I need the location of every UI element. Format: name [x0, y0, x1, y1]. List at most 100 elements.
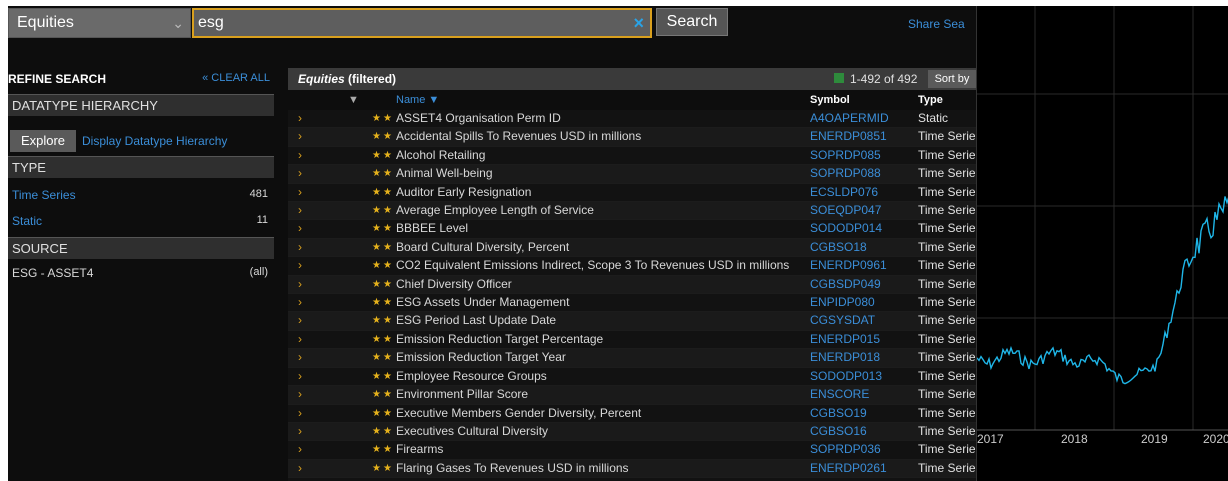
result-row[interactable]: › ★★ Firearms SOPRDP036 Time Series [288, 440, 976, 460]
result-row[interactable]: › ★★ Average Employee Length of Service SOE… [288, 201, 976, 221]
excel-export-icon[interactable] [834, 73, 844, 83]
expand-row-icon[interactable]: › [288, 348, 318, 368]
result-symbol[interactable]: ENPIDP080 [810, 293, 918, 313]
type-section-header[interactable]: TYPE [8, 156, 274, 178]
result-name[interactable]: Environment Pillar Score [396, 385, 810, 405]
result-name[interactable]: ESG Assets Under Management [396, 293, 810, 313]
result-name[interactable]: Board Cultural Diversity, Percent [396, 238, 810, 258]
expand-row-icon[interactable]: › [288, 183, 318, 203]
result-symbol[interactable]: ENSCORE [810, 385, 918, 405]
result-symbol[interactable]: A4OAPERMID [810, 110, 918, 129]
expand-row-icon[interactable]: › [288, 459, 318, 479]
result-row[interactable]: › ★★ CO2 Equivalent Emissions Indirect, Sc… [288, 256, 976, 276]
result-name[interactable]: Executives Cultural Diversity [396, 422, 810, 442]
result-name[interactable]: Firearms [396, 440, 810, 460]
source-section-header[interactable]: SOURCE [8, 237, 274, 259]
sort-by-button[interactable]: Sort by [928, 70, 976, 88]
expand-row-icon[interactable]: › [288, 219, 318, 239]
result-name[interactable]: ASSET4 Organisation Perm ID [396, 110, 810, 129]
search-button[interactable]: Search [656, 8, 728, 36]
result-row[interactable]: ›★★Fossil Fuel Divestment PolicyENPIDP01… [288, 477, 976, 481]
expand-row-icon[interactable]: › [288, 404, 318, 423]
result-row[interactable]: › ★★ Environment Pillar Score ENSCORE Time S… [288, 385, 976, 405]
result-name[interactable]: Emission Reduction Target Year [396, 348, 810, 368]
result-symbol[interactable]: ENERDP018 [810, 348, 918, 368]
result-name[interactable]: Fossil Fuel Divestment Policy [396, 477, 810, 481]
expand-row-icon[interactable]: › [288, 238, 318, 258]
expand-row-icon[interactable]: › [288, 477, 318, 481]
display-hierarchy-link[interactable]: Display Datatype Hierarchy [82, 134, 227, 148]
result-name[interactable]: Executive Members Gender Diversity, Perc… [396, 404, 810, 423]
result-symbol[interactable]: ENPIDP015 [810, 477, 918, 481]
result-row[interactable]: › ★★ Emission Reduction Target Percentage E… [288, 330, 976, 350]
expand-row-icon[interactable]: › [288, 293, 318, 313]
facet-static[interactable]: Static [12, 214, 42, 228]
result-row[interactable]: › ★★ Flaring Gases To Revenues USD in mill… [288, 459, 976, 479]
search-input[interactable]: esg × [192, 8, 652, 38]
clear-all-link[interactable]: « CLEAR ALL [202, 72, 270, 84]
result-symbol[interactable]: ENERDP0261 [810, 459, 918, 479]
result-symbol[interactable]: SODODP013 [810, 367, 918, 387]
result-symbol[interactable]: ENERDP0961 [810, 256, 918, 276]
expand-row-icon[interactable]: › [288, 422, 318, 442]
result-name[interactable]: Chief Diversity Officer [396, 275, 810, 295]
expand-row-icon[interactable]: › [288, 311, 318, 331]
result-name[interactable]: CO2 Equivalent Emissions Indirect, Scope… [396, 256, 810, 276]
column-header-type[interactable]: Type [918, 90, 943, 110]
result-name[interactable]: BBBEE Level [396, 219, 810, 239]
result-symbol[interactable]: SOEQDP047 [810, 201, 918, 221]
result-name[interactable]: Animal Well-being [396, 164, 810, 184]
expand-row-icon[interactable]: › [288, 440, 318, 460]
result-name[interactable]: Emission Reduction Target Percentage [396, 330, 810, 350]
share-search-link[interactable]: Share Sea [908, 17, 965, 31]
result-name[interactable]: Alcohol Retailing [396, 146, 810, 166]
result-symbol[interactable]: CGSYSDAT [810, 311, 918, 331]
result-row[interactable]: › ★★ Board Cultural Diversity, Percent CGBS… [288, 238, 976, 258]
result-symbol[interactable]: SOPRDP088 [810, 164, 918, 184]
result-row[interactable]: › ★★ Accidental Spills To Revenues USD in … [288, 127, 976, 147]
expand-row-icon[interactable]: › [288, 367, 318, 387]
column-header-symbol[interactable]: Symbol [810, 90, 850, 110]
result-symbol[interactable]: CGBSO16 [810, 422, 918, 442]
result-row[interactable]: › ★★ Executive Members Gender Diversity, P… [288, 404, 976, 423]
expand-row-icon[interactable]: › [288, 146, 318, 166]
expand-row-icon[interactable]: › [288, 256, 318, 276]
result-symbol[interactable]: CGBSDP049 [810, 275, 918, 295]
clear-search-icon[interactable]: × [633, 10, 644, 36]
result-row[interactable]: › ★★ ESG Assets Under Management ENPIDP080 T… [288, 293, 976, 313]
result-name[interactable]: Employee Resource Groups [396, 367, 810, 387]
result-name[interactable]: Average Employee Length of Service [396, 201, 810, 221]
expand-row-icon[interactable]: › [288, 330, 318, 350]
datatype-hierarchy-header[interactable]: DATATYPE HIERARCHY [8, 94, 274, 116]
explore-button[interactable]: Explore [10, 130, 76, 152]
result-symbol[interactable]: ECSLDP076 [810, 183, 918, 203]
expand-row-icon[interactable]: › [288, 275, 318, 295]
expand-row-icon[interactable]: › [288, 110, 318, 129]
result-row[interactable]: › ★★ Employee Resource Groups SODODP013 Time… [288, 367, 976, 387]
expand-row-icon[interactable]: › [288, 164, 318, 184]
result-symbol[interactable]: SOPRDP085 [810, 146, 918, 166]
result-symbol[interactable]: CGBSO18 [810, 238, 918, 258]
datatype-select[interactable]: Equities ⌄ [8, 8, 191, 38]
result-symbol[interactable]: CGBSO19 [810, 404, 918, 423]
result-name[interactable]: Auditor Early Resignation [396, 183, 810, 203]
result-name[interactable]: Flaring Gases To Revenues USD in million… [396, 459, 810, 479]
result-symbol[interactable]: SOPRDP036 [810, 440, 918, 460]
result-symbol[interactable]: ENERDP0851 [810, 127, 918, 147]
facet-esg-asset4[interactable]: ESG - ASSET4 [12, 266, 93, 280]
result-row[interactable]: › ★★ Emission Reduction Target Year ENERDP0… [288, 348, 976, 368]
result-row[interactable]: › ★★ BBBEE Level SODODP014 Time Series [288, 219, 976, 239]
result-row[interactable]: › ★★ Executives Cultural Diversity CGBSO16 T… [288, 422, 976, 442]
result-row[interactable]: › ★★ Chief Diversity Officer CGBSDP049 Time … [288, 275, 976, 295]
result-row[interactable]: › ★★ Animal Well-being SOPRDP088 Time Series [288, 164, 976, 184]
result-name[interactable]: ESG Period Last Update Date [396, 311, 810, 331]
result-row[interactable]: › ★★ ESG Period Last Update Date CGSYSDAT Ti… [288, 311, 976, 331]
expand-row-icon[interactable]: › [288, 385, 318, 405]
column-header-rating[interactable]: ▼ [348, 90, 359, 110]
expand-row-icon[interactable]: › [288, 127, 318, 147]
column-header-name[interactable]: Name ▼ [396, 90, 439, 110]
result-row[interactable]: › ★★ Alcohol Retailing SOPRDP085 Time Series [288, 146, 976, 166]
facet-time-series[interactable]: Time Series [12, 188, 76, 202]
result-symbol[interactable]: ENERDP015 [810, 330, 918, 350]
result-name[interactable]: Accidental Spills To Revenues USD in mil… [396, 127, 810, 147]
